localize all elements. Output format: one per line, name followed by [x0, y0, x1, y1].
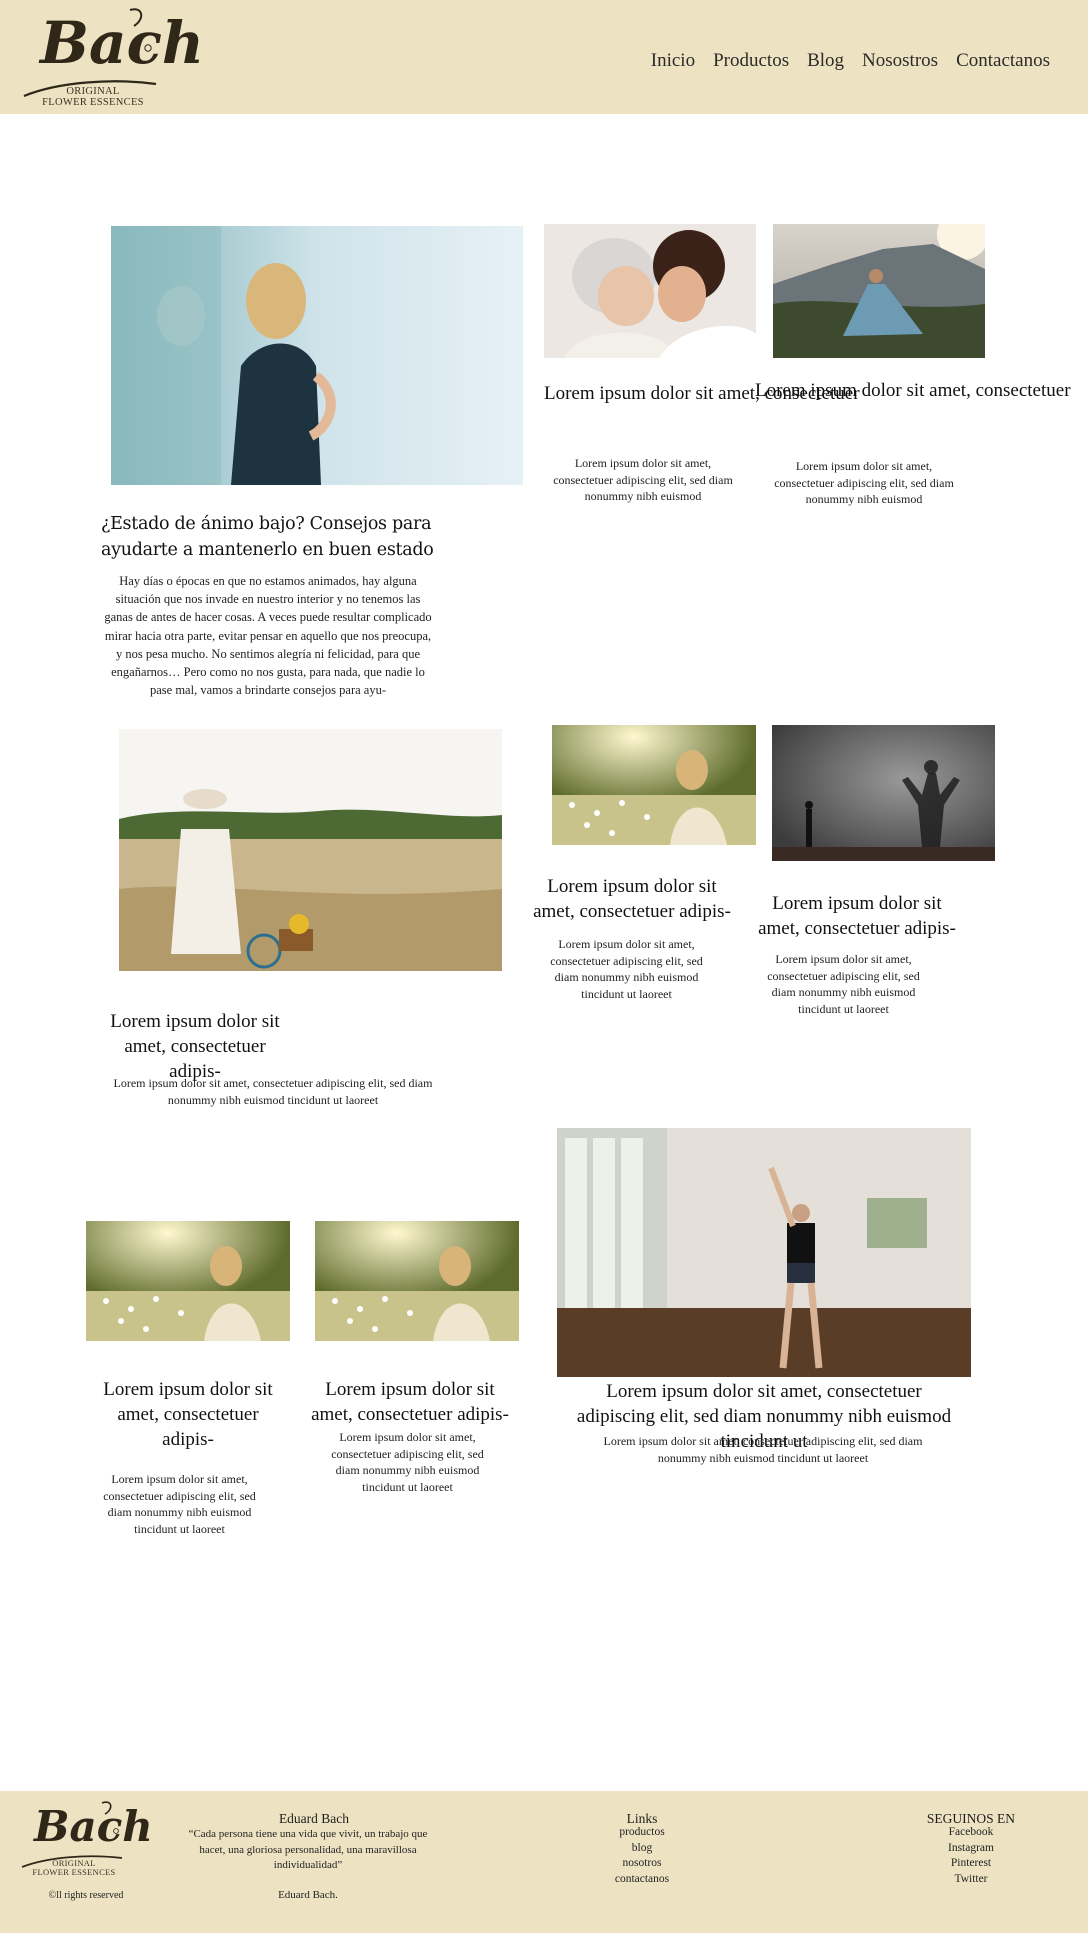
logo-tagline-line1: ORIGINAL — [66, 86, 120, 97]
logo-tagline: ORIGINAL FLOWER ESSENCES — [18, 86, 168, 108]
site-footer: Bach ORIGINAL FLOWER ESSENCES ©ll rights… — [0, 1791, 1088, 1933]
post-excerpt: Lorem ipsum dolor sit amet, consectetuer… — [603, 1434, 923, 1465]
brand-logo[interactable]: Bach ORIGINAL FLOWER ESSENCES — [18, 4, 204, 110]
logo-tagline-line2: FLOWER ESSENCES — [42, 97, 144, 109]
footer-logo-wordmark: Bach — [34, 1802, 153, 1851]
footer-link-nosotros[interactable]: nosotros — [592, 1856, 692, 1872]
footer-logo-tagline: ORIGINAL FLOWER ESSENCES — [18, 1859, 130, 1877]
logo-wordmark: Bach — [40, 9, 205, 77]
site-header: Bach ORIGINAL FLOWER ESSENCES Inicio Pro… — [0, 0, 1088, 114]
footer-about-heading: Eduard Bach — [278, 1811, 350, 1826]
post-title[interactable]: Lorem ipsum dolor sit amet, consectetuer… — [532, 874, 732, 924]
footer-links-list: productos blog nosotros contactanos — [592, 1825, 692, 1887]
post-title[interactable]: Lorem ipsum dolor sit amet, consectetuer — [755, 378, 1071, 403]
post-photo-mother-daughter[interactable] — [544, 224, 756, 358]
main-nav: Inicio Productos Blog Nosostros Contacta… — [651, 50, 1050, 72]
nav-inicio[interactable]: Inicio — [651, 50, 695, 72]
post-excerpt: Lorem ipsum dolor sit amet, consectetuer… — [774, 459, 954, 506]
featured-title[interactable]: ¿Estado de ánimo bajo? Consejos para ayu… — [101, 511, 434, 563]
footer-link-blog[interactable]: blog — [592, 1841, 692, 1857]
post-photo-woman-flowers[interactable] — [552, 725, 756, 845]
footer-quote-author: Eduard Bach. — [278, 1889, 338, 1901]
post-photo-bicycle-field[interactable] — [119, 729, 502, 971]
footer-social-instagram[interactable]: Instagram — [911, 1841, 1031, 1857]
featured-title-line1: ¿Estado de ánimo bajo? Consejos para — [101, 514, 432, 534]
post-excerpt: Lorem ipsum dolor sit amet, consectetuer… — [767, 952, 920, 1016]
nav-blog[interactable]: Blog — [807, 50, 844, 72]
footer-social-facebook[interactable]: Facebook — [911, 1825, 1031, 1841]
nav-productos[interactable]: Productos — [713, 50, 789, 72]
post-excerpt: Lorem ipsum dolor sit amet, consectetuer… — [550, 937, 703, 1001]
footer-logo-tagline-line2: FLOWER ESSENCES — [32, 1866, 116, 1877]
footer-social-pinterest[interactable]: Pinterest — [911, 1856, 1031, 1872]
footer-link-contactanos[interactable]: contactanos — [592, 1872, 692, 1888]
featured-excerpt: Hay días o épocas en que no estamos anim… — [104, 574, 432, 698]
footer-link-productos[interactable]: productos — [592, 1825, 692, 1841]
post-excerpt: Lorem ipsum dolor sit amet, consectetuer… — [103, 1472, 256, 1536]
post-excerpt: Lorem ipsum dolor sit amet, consectetuer… — [113, 1076, 433, 1107]
post-photo-woman-flowers[interactable] — [315, 1221, 519, 1341]
footer-quote: “Cada persona tiene una vida que vivit, … — [188, 1828, 428, 1871]
post-title[interactable]: Lorem ipsum dolor sit amet, consectetuer… — [752, 891, 962, 941]
post-title[interactable]: Lorem ipsum dolor sit amet, consectetuer… — [97, 1009, 293, 1084]
footer-social-twitter[interactable]: Twitter — [911, 1872, 1031, 1888]
post-title[interactable]: Lorem ipsum dolor sit amet, consectetuer… — [310, 1377, 510, 1427]
copyright: ©ll rights reserved — [48, 1890, 124, 1901]
nav-nosotros[interactable]: Nosostros — [862, 50, 938, 72]
footer-logo[interactable]: Bach ORIGINAL FLOWER ESSENCES — [18, 1797, 153, 1877]
post-title[interactable]: Lorem ipsum dolor sit amet, consectetuer… — [90, 1377, 286, 1452]
featured-title-line2: ayudarte a mantenerlo en buen estado — [101, 540, 434, 560]
post-photo-woman-flowers[interactable] — [86, 1221, 290, 1341]
post-excerpt: Lorem ipsum dolor sit amet, consectetuer… — [553, 456, 733, 503]
post-photo-woman-hill[interactable] — [773, 224, 985, 358]
post-excerpt: Lorem ipsum dolor sit amet, consectetuer… — [331, 1430, 484, 1494]
post-photo-shadow-wall[interactable] — [772, 725, 995, 861]
footer-social-list: Facebook Instagram Pinterest Twitter — [911, 1825, 1031, 1887]
post-photo-dancing-room[interactable] — [557, 1128, 971, 1377]
nav-contactanos[interactable]: Contactanos — [956, 50, 1050, 72]
post-title[interactable]: Lorem ipsum dolor sit amet, consectetuer — [544, 381, 860, 406]
featured-photo-woman-window[interactable] — [111, 226, 523, 485]
